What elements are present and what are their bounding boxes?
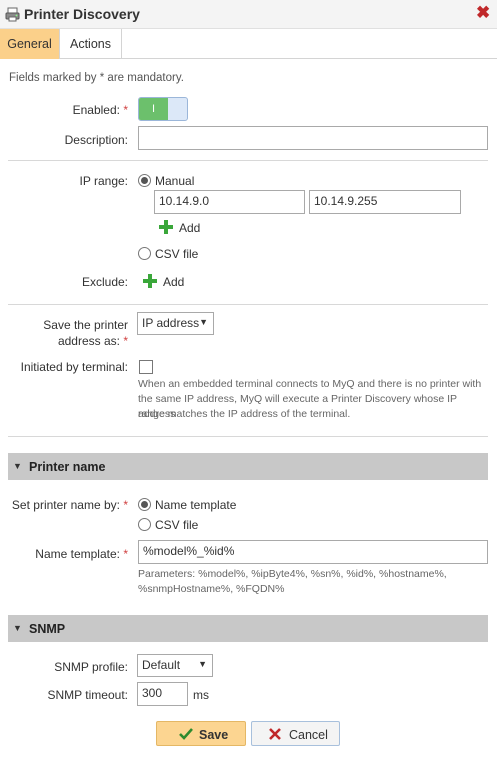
initiated-by-terminal-help-1: When an embedded terminal connects to My… <box>138 378 482 390</box>
ip-range-label: IP range: <box>79 174 128 188</box>
close-icon[interactable]: ✖ <box>476 3 490 23</box>
initiated-by-terminal-label: Initiated by terminal: <box>20 360 128 374</box>
check-icon <box>179 728 193 740</box>
initiated-by-terminal-help-3: range matches the IP address of the term… <box>138 408 351 420</box>
save-address-label-line2: address as: * <box>57 334 128 348</box>
name-csv-radio-label: CSV file <box>155 518 199 532</box>
divider <box>8 160 488 161</box>
name-template-label: Name template: * <box>35 547 128 561</box>
snmp-timeout-unit: ms <box>193 688 209 702</box>
name-csv-radio[interactable] <box>138 518 151 531</box>
printer-name-section-header[interactable]: ▼ Printer name <box>8 453 488 480</box>
name-template-radio[interactable] <box>138 498 151 511</box>
chevron-down-icon: ▼ <box>199 317 208 327</box>
caret-down-icon: ▼ <box>13 623 22 633</box>
toggle-on-text: I <box>139 98 168 120</box>
snmp-timeout-input[interactable]: 300 <box>137 682 188 706</box>
save-address-select[interactable]: IP address ▼ <box>137 312 214 335</box>
snmp-profile-value: Default <box>142 658 181 672</box>
cancel-button-label: Cancel <box>289 728 328 742</box>
printer-icon <box>5 7 20 22</box>
save-button-label: Save <box>199 728 229 742</box>
enabled-toggle[interactable]: I <box>138 97 188 121</box>
printer-name-section-title: Printer name <box>29 460 106 474</box>
ip-range-csv-label: CSV file <box>155 247 199 261</box>
name-template-input[interactable]: %model%_%id% <box>138 540 488 564</box>
save-address-value: IP address <box>142 316 200 330</box>
description-label: Description: <box>64 133 128 147</box>
exclude-label: Exclude: <box>81 275 128 289</box>
snmp-timeout-label: SNMP timeout: <box>47 688 128 702</box>
save-button[interactable]: Save <box>156 721 246 746</box>
ip-range-to-input[interactable]: 10.14.9.255 <box>309 190 461 214</box>
divider <box>8 436 488 437</box>
tab-general[interactable]: General <box>0 29 60 59</box>
snmp-profile-select[interactable]: Default ▼ <box>137 654 213 677</box>
cancel-button[interactable]: Cancel <box>251 721 340 746</box>
description-input[interactable] <box>138 126 488 150</box>
enabled-label: Enabled: * <box>72 103 128 117</box>
tab-actions[interactable]: Actions <box>60 29 122 59</box>
chevron-down-icon: ▼ <box>198 659 207 669</box>
plus-icon[interactable] <box>143 274 157 288</box>
exclude-add-link[interactable]: Add <box>163 275 184 289</box>
snmp-section-header[interactable]: ▼ SNMP <box>8 615 488 642</box>
divider <box>8 304 488 305</box>
save-address-label-line1: Save the printer <box>43 318 128 332</box>
ip-range-add-link[interactable]: Add <box>179 221 200 235</box>
ip-range-manual-label: Manual <box>155 174 195 188</box>
ip-range-manual-radio[interactable] <box>138 174 151 187</box>
plus-icon[interactable] <box>159 220 173 234</box>
name-template-help-1: Parameters: %model%, %ipByte4%, %sn%, %i… <box>138 568 447 580</box>
snmp-section-title: SNMP <box>29 622 66 636</box>
ip-range-csv-radio[interactable] <box>138 247 151 260</box>
ip-range-from-input[interactable]: 10.14.9.0 <box>154 190 305 214</box>
name-template-help-2: %snmpHostname%, %FQDN% <box>138 583 285 595</box>
initiated-by-terminal-checkbox[interactable] <box>139 360 153 374</box>
mandatory-note: Fields marked by * are mandatory. <box>9 72 184 84</box>
set-printer-name-label: Set printer name by: * <box>11 498 128 512</box>
name-template-radio-label: Name template <box>155 498 237 512</box>
close-icon <box>269 728 281 740</box>
caret-down-icon: ▼ <box>13 461 22 471</box>
snmp-profile-label: SNMP profile: <box>54 660 128 674</box>
window-title: Printer Discovery <box>24 6 140 22</box>
